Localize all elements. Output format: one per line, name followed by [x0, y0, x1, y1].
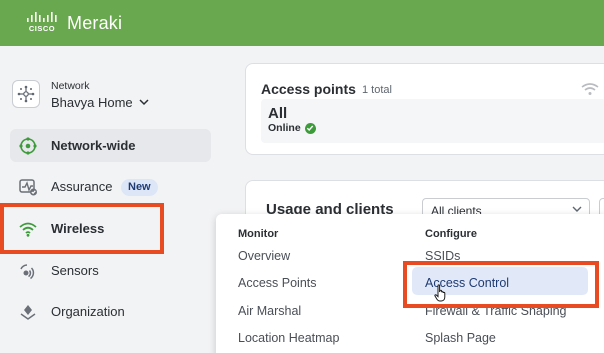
network-topology-icon [17, 85, 35, 103]
menu-item-overview[interactable]: Overview [238, 249, 290, 263]
online-status-text: Online [268, 122, 301, 134]
new-badge: New [121, 179, 158, 196]
cisco-meraki-logo[interactable]: CISCO Meraki [26, 12, 122, 34]
sidebar-item-assurance[interactable]: Assurance New [10, 170, 211, 203]
sidebar-item-label: Network-wide [51, 138, 136, 153]
annotation-highlight-access-control [403, 261, 599, 308]
sidebar-item-sensors[interactable]: Sensors [10, 254, 211, 287]
cisco-wordmark: CISCO [28, 24, 56, 33]
sidebar-item-label: Sensors [51, 263, 99, 278]
menu-item-location-heatmap[interactable]: Location Heatmap [238, 331, 339, 345]
access-points-total: 1 total [362, 84, 392, 96]
chevron-down-icon [572, 206, 582, 212]
hand-cursor-icon [434, 284, 446, 302]
sensor-icon [18, 261, 38, 281]
check-circle-icon [304, 122, 316, 134]
configure-heading: Configure [425, 228, 477, 240]
annotation-highlight-wireless [0, 203, 164, 254]
cisco-logo: CISCO [26, 12, 58, 34]
network-wide-icon [18, 136, 38, 156]
network-name-dropdown[interactable]: Bhavya Home [51, 95, 149, 110]
sidebar-item-label: Organization [51, 304, 125, 319]
assurance-icon [18, 177, 38, 197]
meraki-wordmark: Meraki [67, 12, 123, 33]
sidebar-item-network-wide[interactable]: Network-wide [10, 129, 211, 162]
menu-item-air-marshal[interactable]: Air Marshal [238, 304, 301, 318]
network-label: Network [51, 80, 90, 92]
monitor-heading: Monitor [238, 228, 279, 240]
cisco-bars-icon [27, 12, 57, 22]
wifi-icon [581, 83, 599, 95]
sidebar-item-organization[interactable]: Organization [10, 295, 211, 328]
network-name: Bhavya Home [51, 95, 133, 110]
card-title: Access points [261, 81, 356, 97]
top-header: CISCO Meraki [0, 0, 604, 46]
sidebar-item-label: Assurance [51, 179, 113, 194]
menu-item-access-points[interactable]: Access Points [238, 276, 317, 290]
network-selector-icon[interactable] [12, 80, 40, 108]
organization-icon [18, 302, 38, 322]
online-status: Online [268, 122, 316, 134]
menu-item-splash-page[interactable]: Splash Page [425, 331, 496, 345]
access-points-summary[interactable]: All Online [261, 99, 604, 143]
access-points-card: Access points 1 total All Online [245, 63, 604, 155]
chevron-down-icon [139, 99, 149, 106]
filter-all-label: All [268, 105, 288, 122]
